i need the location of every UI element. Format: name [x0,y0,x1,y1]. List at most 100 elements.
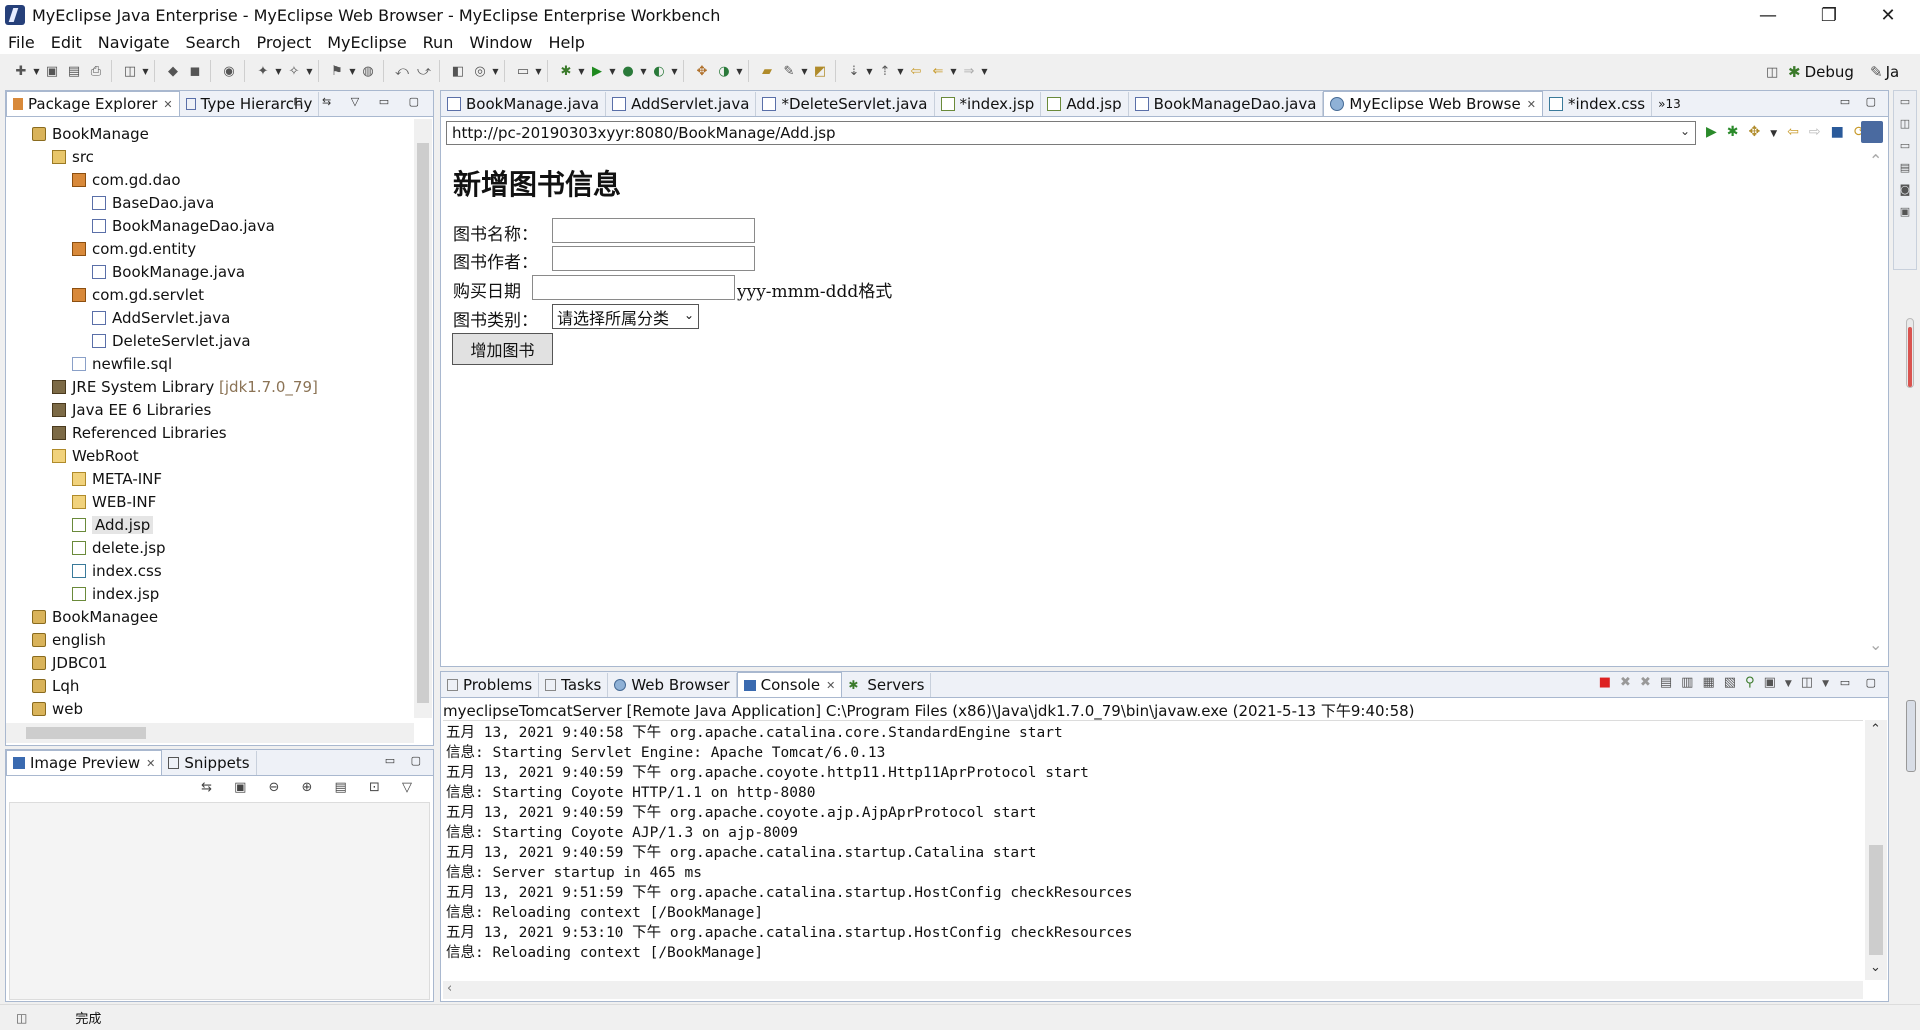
forward-icon[interactable]: ⇒ [958,60,980,82]
new-project-dropdown-icon[interactable]: ▼ [141,67,150,76]
tree-item-src[interactable]: src [10,145,418,168]
menu-file[interactable]: File [0,33,43,52]
close-tab-icon[interactable]: ✕ [146,757,155,770]
new-project-icon[interactable]: ◫ [119,60,141,82]
previous-annotation-dropdown-icon[interactable]: ▼ [896,67,905,76]
tree-item-index-css[interactable]: index.css [10,559,418,582]
display-console-icon[interactable]: ▣ [1764,675,1785,690]
tree-item-com-gd-entity[interactable]: com.gd.entity [10,237,418,260]
pin-console-icon[interactable]: ⚲ [1745,675,1764,690]
open-folder-icon[interactable]: ▰ [756,60,778,82]
database-icon[interactable]: ◉ [218,60,240,82]
open-type-icon[interactable]: ◧ [447,60,469,82]
fast-view-icon[interactable]: ◫ [16,1011,27,1025]
console-vertical-scrollbar[interactable]: ⌃ ⌄ [1865,720,1887,980]
last-edit-icon[interactable]: ⇦ [905,60,927,82]
tree-vertical-scrollbar[interactable] [414,119,432,718]
browser-vertical-scrollbar[interactable]: ⌃ ⌄ [1865,149,1887,662]
view-controls[interactable]: ⊟ ⇆ ▽ ▭ ▢ [293,95,427,108]
forward-dropdown-icon[interactable]: ▼ [980,67,989,76]
menu-myeclipse[interactable]: MyEclipse [319,33,414,52]
tree-item-bookmanage[interactable]: BookManage [10,122,418,145]
screen-icon[interactable]: ▭ [512,60,534,82]
book-author-input[interactable] [552,246,755,271]
display-console-dropdown-icon[interactable]: ▼ [1785,679,1801,689]
tab-problems[interactable]: Problems [441,673,540,697]
remove-all-icon[interactable]: ✖ [1640,675,1660,690]
tree-item-com-gd-dao[interactable]: com.gd.dao [10,168,418,191]
tree-item-bookmanagedao[interactable]: BookManageDao.java [10,214,418,237]
tree-item-newfile-sql[interactable]: newfile.sql [10,352,418,375]
trim-icons[interactable]: ▭ ◫ ▭ ▤ ◙ ▣ [1894,91,1916,223]
tab-bookmanage-java[interactable]: BookManage.java [441,92,607,116]
tree-item-meta-inf[interactable]: META-INF [10,467,418,490]
tree-item-bookmanage-java[interactable]: BookManage.java [10,260,418,283]
menu-navigate[interactable]: Navigate [90,33,178,52]
browser-back-icon[interactable]: ⇦ [1787,124,1809,140]
tree-item-addservlet[interactable]: AddServlet.java [10,306,418,329]
java-perspective[interactable]: ✎ Ja [1870,60,1899,84]
tree-item-javaee-libraries[interactable]: Java EE 6 Libraries [10,398,418,421]
close-button[interactable]: ✕ [1860,0,1916,30]
close-tab-icon[interactable]: ✕ [163,98,172,111]
terminate-icon[interactable]: ■ [1599,675,1620,690]
back-nav-icon[interactable]: ⤺ [391,60,413,82]
book-name-input[interactable] [552,218,755,243]
tree-item-web-inf[interactable]: WEB-INF [10,490,418,513]
close-tab-icon[interactable]: ✕ [1527,98,1536,111]
tab-bookmanagedao-java[interactable]: BookManageDao.java [1129,92,1324,116]
debug-page-icon[interactable]: ✱ [1727,124,1749,140]
remove-launch-icon[interactable]: ✖ [1620,675,1640,690]
tree-item-index-jsp[interactable]: index.jsp [10,582,418,605]
tab-console[interactable]: Console ✕ [736,672,843,697]
tab-tasks[interactable]: Tasks [539,673,609,697]
forward-nav-icon[interactable]: ⤻ [413,60,435,82]
purchase-date-input[interactable] [532,275,735,300]
clear-console-icon[interactable]: ▤ [1660,675,1681,690]
browser-wizard-icon[interactable]: ✧ [283,60,305,82]
debug-icon[interactable]: ✱ [555,60,577,82]
external-tools-icon[interactable]: ◐ [648,60,670,82]
add-book-button[interactable]: 增加图书 [452,333,553,365]
new-java-class-icon[interactable]: ✥ [691,60,713,82]
scroll-left-icon[interactable]: ‹ [447,981,452,996]
browser-settings-icon[interactable] [1861,121,1883,143]
browser-stop-icon[interactable]: ■ [1831,124,1854,140]
tree-item-jre-library[interactable]: JRE System Library [jdk1.7.0_79] [10,375,418,398]
open-perspective-icon[interactable]: ◫ [1766,62,1782,80]
tree-item-delete-jsp[interactable]: delete.jsp [10,536,418,559]
tab-index-css[interactable]: *index.css [1543,92,1653,116]
menu-help[interactable]: Help [540,33,592,52]
debug-dropdown-icon[interactable]: ▼ [577,67,586,76]
globe-icon[interactable]: ◍ [357,60,379,82]
tree-item-referenced-libraries[interactable]: Referenced Libraries [10,421,418,444]
back-dropdown-icon[interactable]: ▼ [949,67,958,76]
open-console-icon[interactable]: ◫ [1801,675,1822,690]
tree-item-english[interactable]: english [10,628,418,651]
deploy-icon[interactable]: ◆ [162,60,184,82]
new-class-icon[interactable]: ◑ [713,60,735,82]
browser-forward-icon[interactable]: ⇨ [1809,124,1831,140]
run-dropdown-icon[interactable]: ▼ [608,67,617,76]
minimize-button[interactable]: — [1740,0,1796,30]
url-bar[interactable]: http://pc-20190303xyyr:8080/BookManage/A… [446,121,1696,145]
coverage-icon[interactable]: ● [617,60,639,82]
tab-add-jsp[interactable]: Add.jsp [1041,92,1129,116]
tab-overflow[interactable]: »13 [1652,92,1687,116]
next-annotation-dropdown-icon[interactable]: ▼ [865,67,874,76]
console-horizontal-scrollbar[interactable]: ‹ [443,981,1863,999]
tab-web-browser-view[interactable]: Web Browser [608,673,737,697]
save-icon[interactable]: ▣ [41,60,63,82]
category-select[interactable]: 请选择所属分类 ⌄ [552,304,699,329]
tree-item-deleteservlet[interactable]: DeleteServlet.java [10,329,418,352]
wizard-dropdown-icon[interactable]: ▼ [274,67,283,76]
screen-dropdown-icon[interactable]: ▼ [534,67,543,76]
back-icon[interactable]: ⇐ [927,60,949,82]
next-annotation-icon[interactable]: ⇣ [843,60,865,82]
edit-icon[interactable]: ✎ [778,60,800,82]
server-config-dropdown-icon[interactable]: ▼ [348,67,357,76]
tab-web-browser[interactable]: MyEclipse Web Browse ✕ [1323,91,1543,116]
close-tab-icon[interactable]: ✕ [826,679,835,692]
tab-servers[interactable]: ✱ Servers [842,673,932,697]
tree-item-bookmanagee[interactable]: BookManagee [10,605,418,628]
